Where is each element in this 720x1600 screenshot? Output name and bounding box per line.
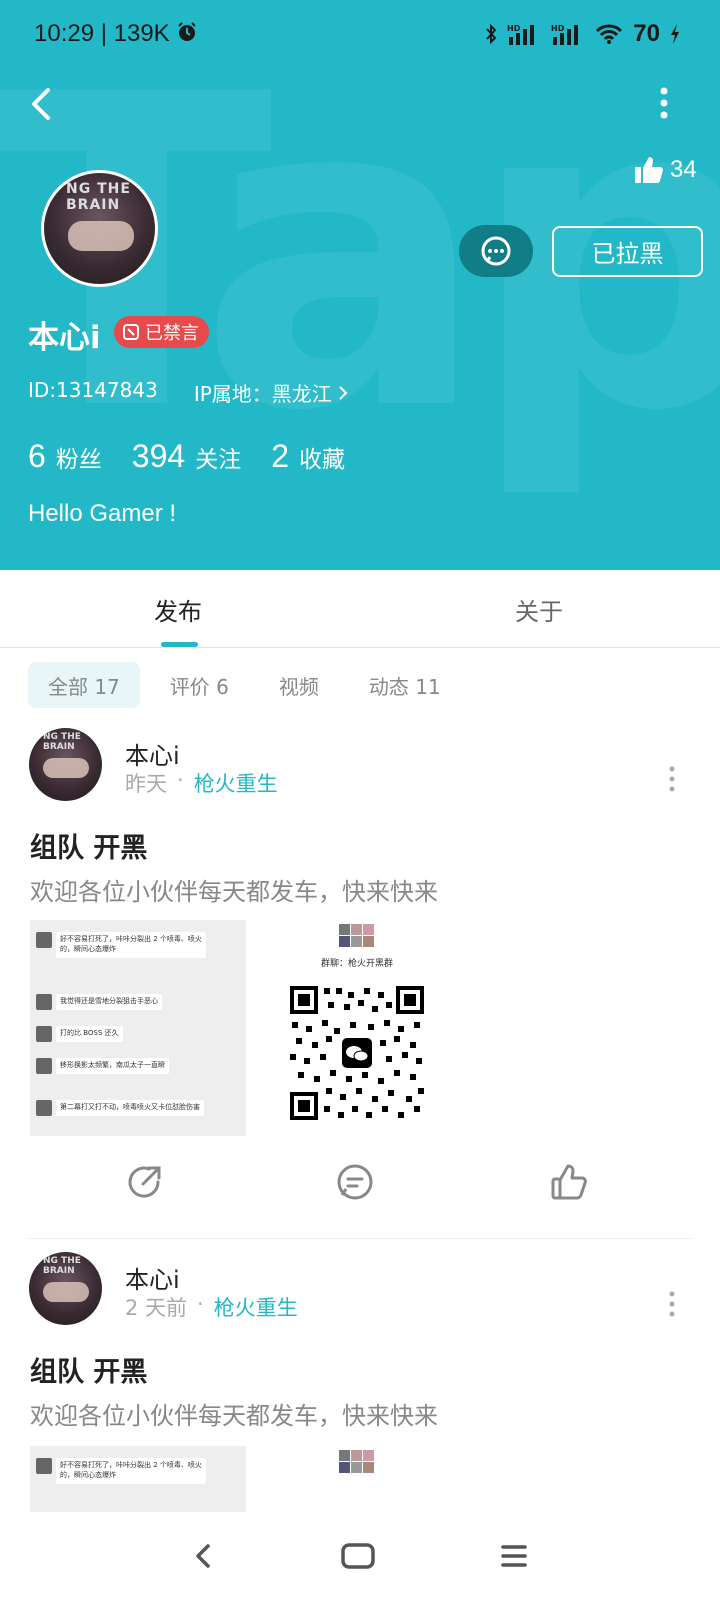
filter-all[interactable]: 全部 17 — [28, 662, 140, 708]
post-time: 2 天前 — [125, 1296, 188, 1320]
wifi-icon — [596, 24, 623, 44]
stat-num: 6 — [28, 438, 46, 474]
post-title[interactable]: 组队 开黑 — [30, 826, 147, 865]
chat-message: 打的比 BOSS 还久 — [56, 1026, 123, 1042]
post-game-link[interactable]: 枪火重生 — [214, 1292, 298, 1322]
chat-message: 好不容易打死了，咔咔分裂出 2 个喷毒、喷火的，瞬间心态爆炸 — [56, 932, 206, 958]
thumbs-up-icon — [635, 157, 663, 183]
like-count-value: 34 — [670, 156, 697, 183]
signal-hd-1-icon: HD — [507, 24, 535, 45]
chat-message: 我觉得还是雪地分裂狙击手恶心 — [56, 994, 162, 1010]
nav-back-icon — [196, 1544, 210, 1568]
group-avatar-icon — [339, 924, 374, 947]
stat-label: 收藏 — [298, 447, 345, 473]
back-arrow-icon[interactable] — [22, 82, 62, 126]
system-nav-bar — [0, 1512, 720, 1600]
post-more-icon[interactable] — [667, 1290, 677, 1318]
qr-group-label: 群聊：枪火开黑群 — [320, 959, 393, 969]
post-image-chat[interactable]: 好不容易打死了，咔咔分裂出 2 个喷毒、喷火的，瞬间心态爆炸 — [30, 1446, 246, 1512]
filter-chips: 全部 17 评价 6 视频 动态 11 — [28, 662, 461, 708]
stat-label: 粉丝 — [55, 447, 102, 473]
filter-videos[interactable]: 视频 — [259, 662, 339, 708]
chat-avatar — [36, 1026, 52, 1042]
chat-avatar — [36, 1058, 52, 1074]
status-speed: 139K — [113, 20, 170, 47]
post-body[interactable]: 欢迎各位小伙伴每天都发车，快来快来 — [30, 872, 438, 907]
wechat-qr-code — [288, 984, 426, 1122]
profile-avatar[interactable]: NG THE BRAIN — [41, 170, 158, 287]
stat-num: 394 — [131, 438, 186, 474]
status-bar: 10:29 | 139K HD HD 70 — [0, 0, 720, 70]
post-game-link[interactable]: 枪火重生 — [194, 768, 278, 798]
nav-back-button[interactable] — [180, 1532, 228, 1580]
post-avatar[interactable]: NG THE BRAIN — [29, 1252, 102, 1325]
tab-indicator — [161, 642, 198, 647]
muted-icon — [123, 324, 139, 340]
nav-menu-button[interactable] — [490, 1532, 538, 1580]
post-author[interactable]: 本心i — [125, 1260, 180, 1295]
nav-home-icon — [341, 1543, 375, 1569]
signal-hd-2-icon: HD — [551, 24, 579, 45]
profile-username: 本心i — [28, 320, 101, 356]
chat-message: 移形换影太频繁，南瓜太子一直瞬 — [56, 1058, 169, 1074]
ip-location: IP属地：黑龙江 — [193, 382, 332, 406]
svg-text:HD: HD — [507, 24, 521, 33]
like-icon[interactable] — [550, 1162, 590, 1202]
profile-stats: 6 粉丝 394 关注 2 收藏 — [28, 438, 345, 475]
tab-publish[interactable]: 发布 — [154, 592, 202, 627]
stat-favorites[interactable]: 2 收藏 — [271, 438, 345, 475]
message-button[interactable] — [459, 225, 533, 277]
post-meta: 2 天前 · 枪火重生 — [125, 1292, 298, 1322]
alarm-icon — [178, 22, 196, 41]
chat-avatar — [36, 994, 52, 1010]
chat-bubble-icon — [481, 236, 511, 266]
stat-num: 2 — [271, 438, 289, 474]
chat-avatar — [36, 1458, 52, 1474]
post-image-qr[interactable] — [282, 1446, 432, 1512]
profile-tabs: 发布 关于 — [0, 570, 720, 648]
nav-home-button[interactable] — [334, 1532, 382, 1580]
share-icon[interactable] — [125, 1162, 165, 1202]
battery-level: 70 — [633, 20, 660, 47]
post-image-chat[interactable]: 好不容易打死了，咔咔分裂出 2 个喷毒、喷火的，瞬间心态爆炸 我觉得还是雪地分裂… — [30, 920, 246, 1136]
muted-badge: 已禁言 — [114, 316, 209, 348]
post-time: 昨天 — [125, 772, 167, 796]
charging-icon — [671, 24, 679, 44]
nav-menu-icon — [501, 1545, 527, 1567]
group-avatar-icon — [339, 1450, 374, 1473]
filter-reviews[interactable]: 评价 6 — [150, 662, 249, 708]
more-options-icon[interactable] — [654, 86, 674, 120]
bluetooth-icon — [486, 23, 497, 45]
muted-label: 已禁言 — [145, 323, 199, 344]
id-line: ID:13147843 IP属地：黑龙江 — [28, 378, 348, 407]
status-time: 10:29 — [34, 20, 95, 47]
stat-followers[interactable]: 6 粉丝 — [28, 438, 102, 475]
stat-label: 关注 — [195, 447, 242, 473]
post-more-icon[interactable] — [667, 765, 677, 793]
user-id: ID:13147843 — [28, 378, 158, 402]
chevron-right-icon — [339, 385, 348, 400]
post-actions — [0, 1162, 720, 1212]
chat-avatar — [36, 932, 52, 948]
post-image-qr[interactable]: 群聊：枪火开黑群 — [282, 920, 432, 1136]
post-title[interactable]: 组队 开黑 — [30, 1350, 147, 1389]
filter-moments[interactable]: 动态 11 — [349, 662, 461, 708]
post-avatar[interactable]: NG THE BRAIN — [29, 728, 102, 801]
chat-message: 第二幕打又打不动，喷毒喷火又卡位怼脸伤害 — [56, 1100, 204, 1116]
stat-following[interactable]: 394 关注 — [132, 438, 241, 475]
profile-bio: Hello Gamer ! — [28, 500, 177, 527]
post-body[interactable]: 欢迎各位小伙伴每天都发车，快来快来 — [30, 1396, 438, 1431]
svg-text:HD: HD — [551, 24, 565, 33]
ip-location-link[interactable]: IP属地：黑龙江 — [194, 378, 348, 407]
comment-icon[interactable] — [335, 1162, 375, 1202]
chat-avatar — [36, 1100, 52, 1116]
blocked-button[interactable]: 已拉黑 — [552, 226, 703, 277]
tab-about[interactable]: 关于 — [515, 592, 563, 627]
chat-message: 好不容易打死了，咔咔分裂出 2 个喷毒、喷火的，瞬间心态爆炸 — [56, 1458, 206, 1484]
post-divider — [28, 1238, 692, 1239]
profile-header: TapTap 10:29 | 139K HD HD 70 34 NG THEBR… — [0, 0, 720, 570]
post-meta: 昨天 · 枪火重生 — [125, 768, 278, 798]
like-count[interactable]: 34 — [634, 155, 697, 185]
post-author[interactable]: 本心i — [125, 736, 180, 771]
